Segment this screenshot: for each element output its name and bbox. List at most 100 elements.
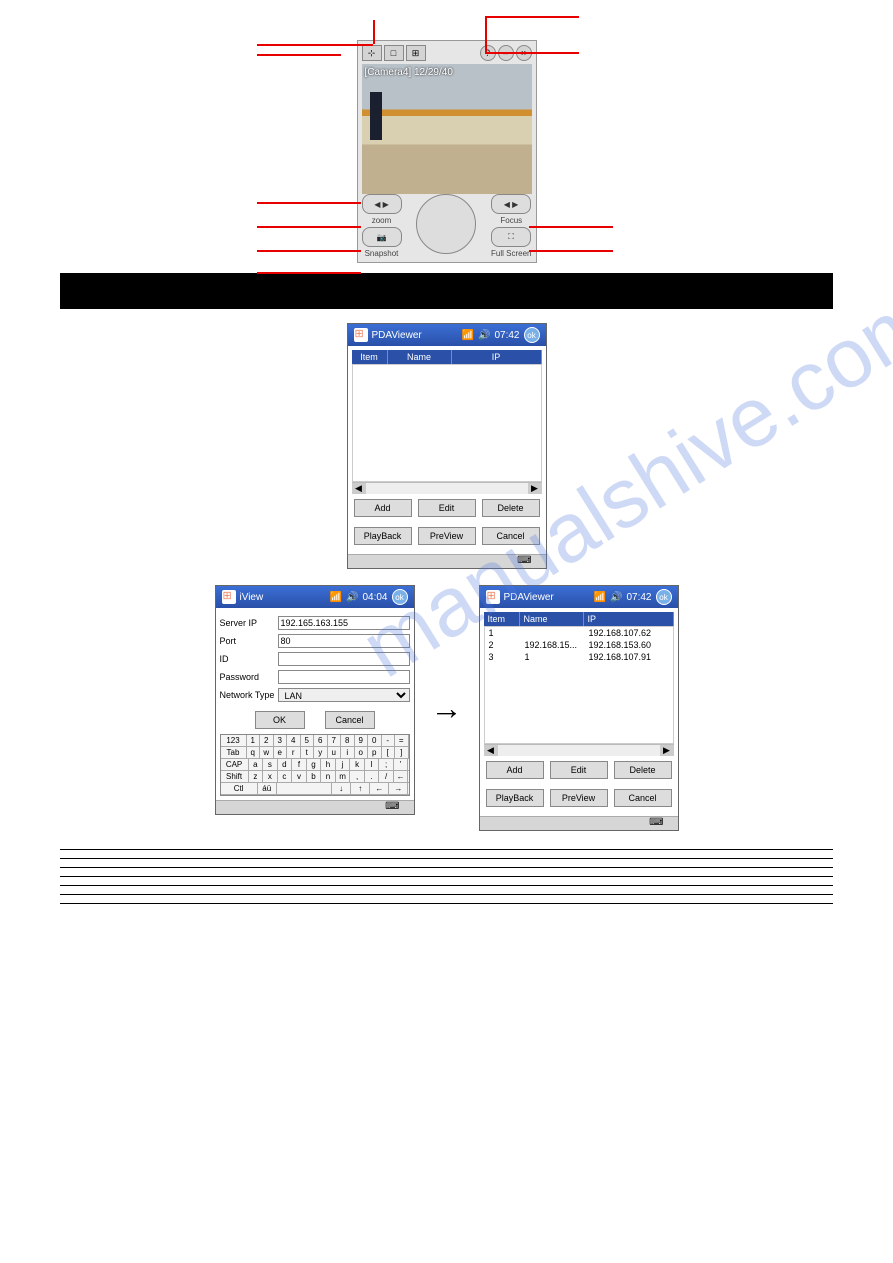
pda-title-text: PDAViewer [504,592,554,603]
info-row [60,886,833,895]
clock-text: 07:42 [494,330,519,341]
password-input[interactable] [278,670,410,684]
right-controls: ◀ ▶ Focus ⛶ Full Screen [491,194,531,258]
pda-button-row-2: PlayBack PreView Cancel [484,784,674,812]
info-row [60,877,833,886]
page-content: ⊹ □ ⊞ ? – × [Camera4] 12/29/40 ◀ ▶ zoom … [0,0,893,944]
windows-flag-icon [486,590,500,604]
pda-title-text: PDAViewer [372,330,422,341]
port-label: Port [220,636,278,646]
annotation-line [373,20,375,44]
add-button[interactable]: Add [354,499,412,517]
cancel-button[interactable]: Cancel [614,789,672,807]
pda-footer-bar [480,816,678,830]
edit-button[interactable]: Edit [550,761,608,779]
fullscreen-label: Full Screen [491,249,531,258]
delete-button[interactable]: Delete [482,499,540,517]
signal-icon: 📶 [594,592,606,603]
quad-view-icon[interactable]: ⊞ [406,45,426,61]
scroll-right-icon[interactable]: ▶ [660,745,674,756]
volume-icon: 🔊 [478,330,490,341]
onscreen-keyboard[interactable]: 1231234567890-= Tabqwertyuiop[] CAPasdfg… [220,734,410,796]
clock-text: 04:04 [362,592,387,603]
camera-video-area: [Camera4] 12/29/40 [362,64,532,194]
col-name: Name [520,612,584,626]
focus-label: Focus [491,216,531,225]
annotation-line [257,226,361,228]
pda-viewer-empty: PDAViewer 📶 🔊 07:42 ok Item Name IP ◀ ▶ [347,323,547,569]
annotation-line [257,54,341,56]
preview-button[interactable]: PreView [550,789,608,807]
camera-overlay-text: [Camera4] 12/29/40 [365,67,453,78]
serverip-input[interactable] [278,616,410,630]
windows-flag-icon [354,328,368,342]
list-row[interactable]: 3 1 192.168.107.91 [485,651,673,663]
connect-icon[interactable]: ⊹ [362,45,382,61]
scroll-left-icon[interactable]: ◀ [484,745,498,756]
clock-text: 07:42 [626,592,651,603]
nettype-select[interactable]: LAN [278,688,410,702]
info-row [60,859,833,868]
list-header: Item Name IP [484,612,674,626]
delete-button[interactable]: Delete [614,761,672,779]
volume-icon: 🔊 [610,592,622,603]
col-item: Item [352,350,388,364]
form-ok-button[interactable]: OK [255,711,305,729]
focus-control[interactable]: ◀ ▶ [491,194,531,214]
annotation-line [485,16,579,18]
ok-button[interactable]: ok [524,327,540,343]
password-label: Password [220,672,278,682]
port-input[interactable] [278,634,410,648]
add-button[interactable]: Add [486,761,544,779]
ok-button[interactable]: ok [656,589,672,605]
scroll-left-icon[interactable]: ◀ [352,483,366,494]
col-name: Name [388,350,452,364]
edit-button[interactable]: Edit [418,499,476,517]
single-view-icon[interactable]: □ [384,45,404,61]
h-scrollbar[interactable]: ◀ ▶ [484,744,674,756]
list-row[interactable]: 1 192.168.107.62 [485,627,673,639]
windows-flag-icon [222,590,236,604]
pda-titlebar: iView 📶 🔊 04:04 ok [216,586,414,608]
info-row [60,895,833,904]
info-row [60,868,833,877]
playback-button[interactable]: PlayBack [354,527,412,545]
form-cancel-button[interactable]: Cancel [325,711,375,729]
pda-button-row-1: Add Edit Delete [484,756,674,784]
info-table [60,849,833,904]
zoom-label: zoom [362,216,402,225]
annotation-line [529,226,613,228]
h-scrollbar[interactable]: ◀ ▶ [352,482,542,494]
kb-row-3[interactable]: CAPasdfghjkl;' [221,759,409,771]
annotation-line [485,16,487,52]
serverip-label: Server IP [220,618,278,628]
preview-button[interactable]: PreView [418,527,476,545]
kb-row-5[interactable]: Ctláü↓↑←→ [221,783,409,795]
info-row [60,849,833,859]
list-row[interactable]: 2 192.168.15... 192.168.153.60 [485,639,673,651]
cancel-button[interactable]: Cancel [482,527,540,545]
annotation-line [257,202,361,204]
ptz-dpad[interactable] [416,194,476,254]
annotation-line [257,44,373,46]
fullscreen-button[interactable]: ⛶ [491,227,531,247]
list-header: Item Name IP [352,350,542,364]
playback-button[interactable]: PlayBack [486,789,544,807]
flow-arrow-icon: → [431,690,463,727]
id-input[interactable] [278,652,410,666]
col-ip: IP [584,612,674,626]
pda-button-row-1: Add Edit Delete [352,494,542,522]
ok-button[interactable]: ok [392,589,408,605]
kb-row-4[interactable]: Shiftzxcvbnm,./← [221,771,409,783]
annotation-line [529,250,613,252]
pda-title-text: iView [240,592,264,603]
kb-row-2[interactable]: Tabqwertyuiop[] [221,747,409,759]
pda-viewer-populated: PDAViewer 📶 🔊 07:42 ok Item Name IP 1 [479,585,679,831]
kb-row-1[interactable]: 1231234567890-= [221,735,409,747]
annotation-line [485,52,579,54]
annotation-line [257,250,361,252]
scroll-right-icon[interactable]: ▶ [528,483,542,494]
pda-button-row-2: PlayBack PreView Cancel [352,522,542,550]
snapshot-button[interactable]: 📷 [362,227,402,247]
zoom-control[interactable]: ◀ ▶ [362,194,402,214]
